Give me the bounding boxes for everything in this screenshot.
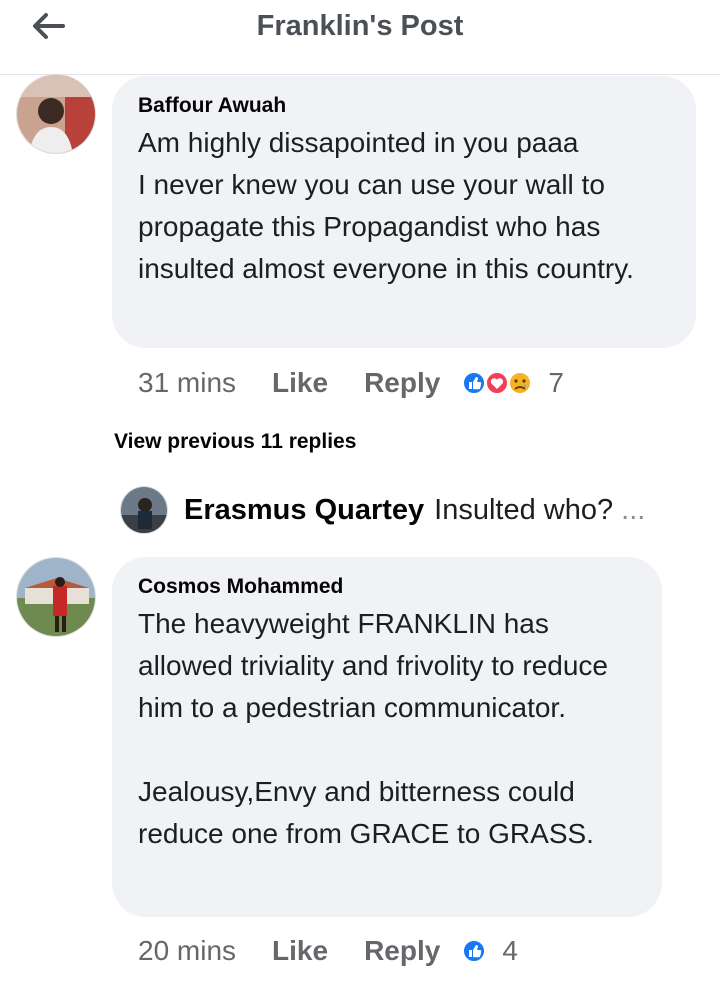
reply-text: Insulted who? — [434, 493, 614, 526]
reactions-summary[interactable] — [462, 937, 488, 965]
like-reaction-icon — [462, 939, 487, 963]
comment-text: Am highly dissapointed in you paaa I nev… — [138, 127, 634, 284]
comment-timestamp[interactable]: 31 mins — [138, 367, 236, 399]
view-previous-replies-link[interactable]: View previous 11 replies — [114, 430, 356, 454]
reply-preview[interactable]: Erasmus Quartey Insulted who? ... — [120, 485, 645, 535]
reaction-count[interactable]: 4 — [502, 935, 518, 967]
reactions-summary[interactable] — [462, 369, 534, 397]
comment-author[interactable]: Cosmos Mohammed — [138, 575, 636, 599]
reply-ellipsis: ... — [621, 493, 646, 526]
comment-bubble: Baffour Awuah Am highly dissapointed in … — [112, 76, 696, 348]
reply-button[interactable]: Reply — [364, 367, 440, 399]
comment-actions: 31 mins Like Reply 7 — [138, 363, 564, 403]
top-bar: Franklin's Post — [0, 0, 720, 75]
comment-actions: 20 mins Like Reply 4 — [138, 931, 518, 971]
avatar-photo — [17, 75, 95, 153]
comment-author[interactable]: Baffour Awuah — [138, 94, 670, 118]
like-button[interactable]: Like — [272, 935, 328, 967]
reply-author[interactable]: Erasmus Quartey — [184, 494, 424, 527]
avatar[interactable] — [16, 74, 96, 154]
comment-timestamp[interactable]: 20 mins — [138, 935, 236, 967]
avatar-photo — [17, 558, 95, 636]
like-button[interactable]: Like — [272, 367, 328, 399]
reaction-count[interactable]: 7 — [548, 367, 564, 399]
comment-bubble: Cosmos Mohammed The heavyweight FRANKLIN… — [112, 557, 662, 917]
avatar[interactable] — [16, 557, 96, 637]
comment-text: The heavyweight FRANKLIN has allowed tri… — [138, 608, 608, 849]
love-reaction-icon — [485, 371, 510, 395]
avatar-photo — [121, 487, 167, 533]
sad-reaction-icon — [508, 371, 533, 395]
like-reaction-icon — [462, 371, 487, 395]
avatar[interactable] — [120, 486, 168, 534]
reply-button[interactable]: Reply — [364, 935, 440, 967]
page-title: Franklin's Post — [256, 10, 464, 42]
